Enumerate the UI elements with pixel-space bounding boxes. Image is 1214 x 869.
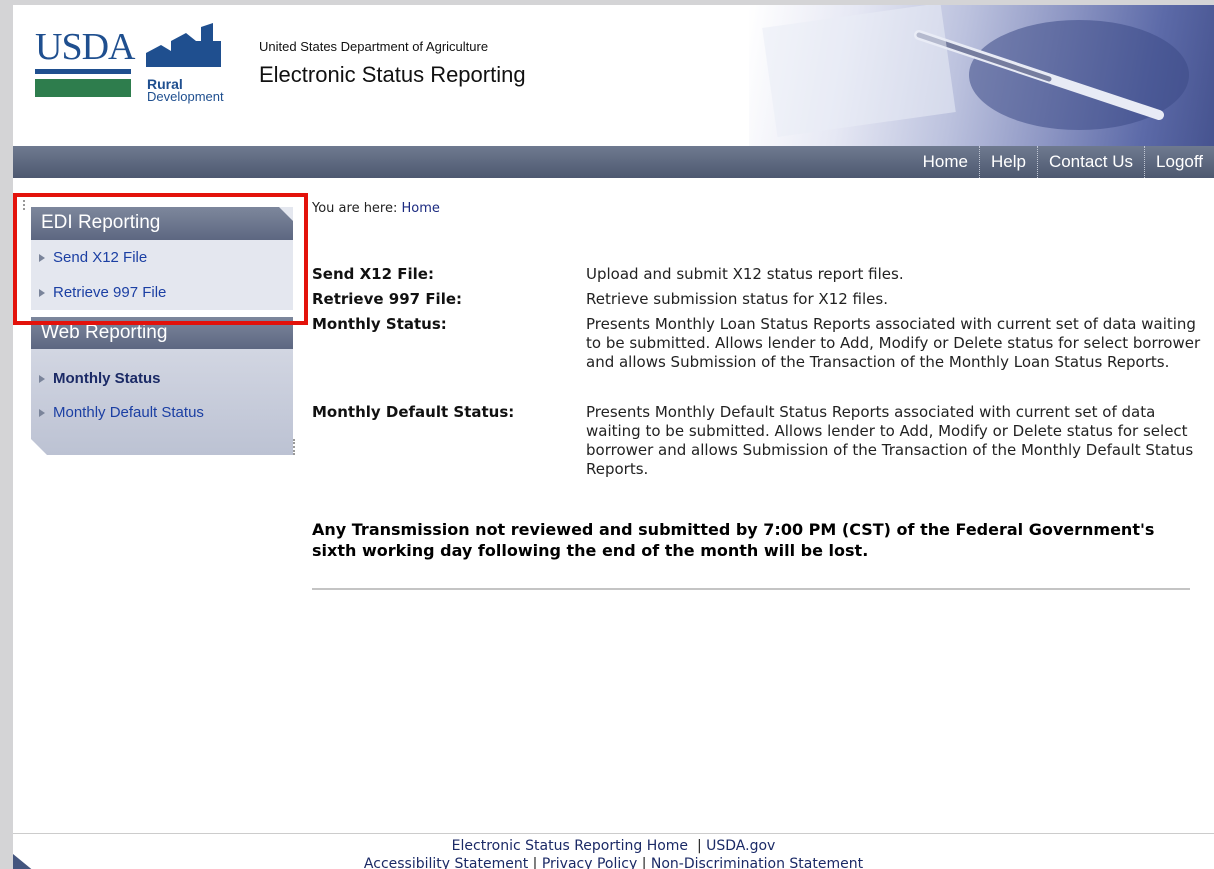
footer-line-1: Electronic Status Reporting Home | USDA.… [13,838,1214,854]
usda-logo-text: USDA [35,26,135,68]
footer-separator: | [641,856,647,869]
footer-privacy-link[interactable]: Privacy Policy [542,856,637,869]
footer-usda-link[interactable]: USDA.gov [706,838,775,854]
page: USDA Rural Development United States Dep… [13,5,1214,869]
highlight-frame [13,193,308,325]
footer-accessibility-link[interactable]: Accessibility Statement [364,856,528,869]
nav-items: Home Help Contact Us Logoff [912,146,1214,178]
agency-name: United States Department of Agriculture [259,39,489,54]
footer-separator: | [532,856,538,869]
footer-nondiscrimination-link[interactable]: Non-Discrimination Statement [651,856,863,869]
resize-dots [293,439,298,455]
logo-stripe-blue [35,69,131,74]
row-label-monthly-status: Monthly Status: [312,315,447,333]
breadcrumb-prefix: You are here: [312,201,398,216]
logo-stripe-green [35,79,131,97]
sidebar-item-monthly-default-status[interactable]: Monthly Default Status [39,404,204,421]
footer-separator: | [696,838,702,854]
breadcrumb-home-link[interactable]: Home [402,201,440,216]
header: USDA Rural Development United States Dep… [13,5,1214,146]
corner-decoration [13,854,35,869]
logo-development-text: Development [147,89,224,104]
sidebar-item-label: Monthly Default Status [53,404,204,421]
row-desc-retrieve-997: Retrieve submission status for X12 files… [586,290,888,308]
app-title: Electronic Status Reporting [259,62,526,87]
sidebar-web-body [31,349,293,455]
deadline-notice: Any Transmission not reviewed and submit… [312,520,1155,560]
breadcrumb: You are here: Home [312,201,440,216]
triangle-right-icon [39,374,45,383]
row-label-retrieve-997: Retrieve 997 File: [312,290,463,308]
nav-help[interactable]: Help [978,146,1037,178]
nav-home[interactable]: Home [912,146,979,178]
header-banner-image [749,5,1214,146]
sidebar-item-label: Monthly Status [53,370,161,387]
usda-logo[interactable]: USDA Rural Development [31,23,261,104]
row-desc-monthly-status: Presents Monthly Loan Status Reports ass… [586,315,1201,371]
triangle-right-icon [39,408,45,417]
divider [312,588,1190,590]
main-content: You are here: Home Send X12 File: Upload… [312,201,1202,601]
footer-line-2: Accessibility Statement | Privacy Policy… [13,856,1214,869]
row-desc-send-x12: Upload and submit X12 status report file… [586,265,904,283]
row-label-send-x12: Send X12 File: [312,265,434,283]
nav-contact-us[interactable]: Contact Us [1036,146,1144,178]
sidebar-web-panel: Web Reporting Monthly Status Monthly Def… [31,317,293,455]
footer: Electronic Status Reporting Home | USDA.… [13,833,1214,869]
sidebar-item-monthly-status[interactable]: Monthly Status [39,370,161,387]
sidebar-web-title: Web Reporting [41,322,168,343]
top-nav-bar: Home Help Contact Us Logoff [13,146,1214,178]
farm-silhouette-icon [146,23,221,67]
pen-and-mouse-icon [762,5,1189,137]
row-label-monthly-default-status: Monthly Default Status: [312,403,515,421]
footer-home-link[interactable]: Electronic Status Reporting Home [452,838,688,854]
nav-logoff[interactable]: Logoff [1144,146,1214,178]
row-desc-monthly-default-status: Presents Monthly Default Status Reports … [586,403,1194,478]
